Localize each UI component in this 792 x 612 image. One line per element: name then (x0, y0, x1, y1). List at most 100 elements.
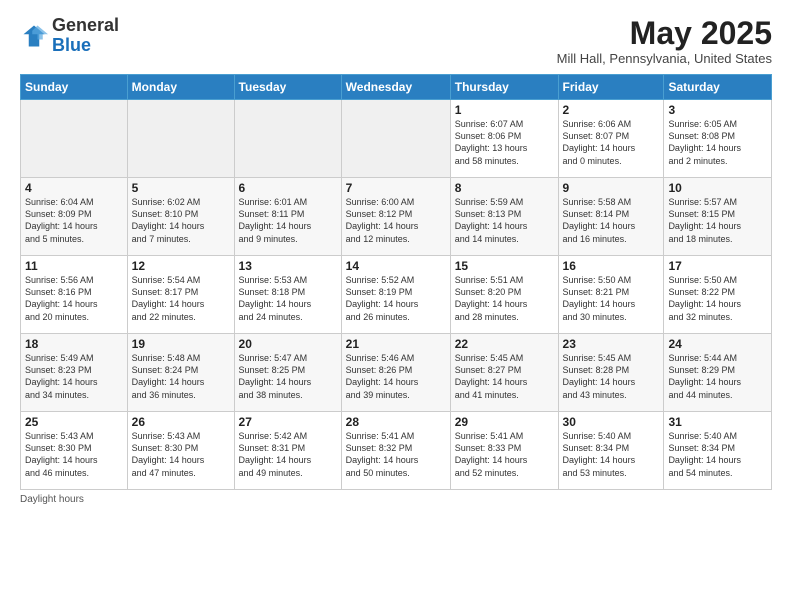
week-row-3: 18Sunrise: 5:49 AM Sunset: 8:23 PM Dayli… (21, 334, 772, 412)
day-info: Sunrise: 5:43 AM Sunset: 8:30 PM Dayligh… (132, 430, 230, 479)
day-number: 16 (563, 259, 660, 273)
logo: General Blue (20, 16, 119, 56)
calendar-cell: 8Sunrise: 5:59 AM Sunset: 8:13 PM Daylig… (450, 178, 558, 256)
calendar-cell: 19Sunrise: 5:48 AM Sunset: 8:24 PM Dayli… (127, 334, 234, 412)
logo-icon (20, 22, 48, 50)
location: Mill Hall, Pennsylvania, United States (557, 51, 772, 66)
day-info: Sunrise: 5:41 AM Sunset: 8:33 PM Dayligh… (455, 430, 554, 479)
calendar-cell: 31Sunrise: 5:40 AM Sunset: 8:34 PM Dayli… (664, 412, 772, 490)
calendar-cell: 24Sunrise: 5:44 AM Sunset: 8:29 PM Dayli… (664, 334, 772, 412)
day-number: 8 (455, 181, 554, 195)
day-info: Sunrise: 5:44 AM Sunset: 8:29 PM Dayligh… (668, 352, 767, 401)
logo-general-text: General (52, 15, 119, 35)
day-info: Sunrise: 6:01 AM Sunset: 8:11 PM Dayligh… (239, 196, 337, 245)
day-number: 3 (668, 103, 767, 117)
day-number: 18 (25, 337, 123, 351)
page: General Blue May 2025 Mill Hall, Pennsyl… (0, 0, 792, 612)
day-info: Sunrise: 5:58 AM Sunset: 8:14 PM Dayligh… (563, 196, 660, 245)
month-title: May 2025 (557, 16, 772, 51)
weekday-header-wednesday: Wednesday (341, 75, 450, 100)
day-number: 28 (346, 415, 446, 429)
calendar-cell: 11Sunrise: 5:56 AM Sunset: 8:16 PM Dayli… (21, 256, 128, 334)
day-number: 6 (239, 181, 337, 195)
day-number: 10 (668, 181, 767, 195)
day-number: 15 (455, 259, 554, 273)
day-info: Sunrise: 5:53 AM Sunset: 8:18 PM Dayligh… (239, 274, 337, 323)
calendar-cell: 1Sunrise: 6:07 AM Sunset: 8:06 PM Daylig… (450, 100, 558, 178)
logo-text: General Blue (52, 16, 119, 56)
day-info: Sunrise: 6:04 AM Sunset: 8:09 PM Dayligh… (25, 196, 123, 245)
calendar-cell: 26Sunrise: 5:43 AM Sunset: 8:30 PM Dayli… (127, 412, 234, 490)
day-number: 23 (563, 337, 660, 351)
day-number: 11 (25, 259, 123, 273)
calendar-cell: 5Sunrise: 6:02 AM Sunset: 8:10 PM Daylig… (127, 178, 234, 256)
day-info: Sunrise: 5:47 AM Sunset: 8:25 PM Dayligh… (239, 352, 337, 401)
day-number: 9 (563, 181, 660, 195)
day-info: Sunrise: 6:05 AM Sunset: 8:08 PM Dayligh… (668, 118, 767, 167)
day-number: 12 (132, 259, 230, 273)
day-number: 14 (346, 259, 446, 273)
calendar-cell: 3Sunrise: 6:05 AM Sunset: 8:08 PM Daylig… (664, 100, 772, 178)
day-info: Sunrise: 5:40 AM Sunset: 8:34 PM Dayligh… (563, 430, 660, 479)
day-info: Sunrise: 5:40 AM Sunset: 8:34 PM Dayligh… (668, 430, 767, 479)
weekday-header-saturday: Saturday (664, 75, 772, 100)
day-info: Sunrise: 5:51 AM Sunset: 8:20 PM Dayligh… (455, 274, 554, 323)
calendar-cell: 27Sunrise: 5:42 AM Sunset: 8:31 PM Dayli… (234, 412, 341, 490)
day-number: 13 (239, 259, 337, 273)
calendar-cell: 25Sunrise: 5:43 AM Sunset: 8:30 PM Dayli… (21, 412, 128, 490)
calendar-cell: 4Sunrise: 6:04 AM Sunset: 8:09 PM Daylig… (21, 178, 128, 256)
day-info: Sunrise: 5:52 AM Sunset: 8:19 PM Dayligh… (346, 274, 446, 323)
day-number: 2 (563, 103, 660, 117)
calendar-cell: 29Sunrise: 5:41 AM Sunset: 8:33 PM Dayli… (450, 412, 558, 490)
calendar-cell: 9Sunrise: 5:58 AM Sunset: 8:14 PM Daylig… (558, 178, 664, 256)
day-info: Sunrise: 5:45 AM Sunset: 8:28 PM Dayligh… (563, 352, 660, 401)
calendar-cell: 17Sunrise: 5:50 AM Sunset: 8:22 PM Dayli… (664, 256, 772, 334)
week-row-4: 25 Sunrise: 5:43 AM Sunset: 8:30 PM Dayli… (21, 412, 772, 490)
day-number: 29 (455, 415, 554, 429)
calendar-cell: 15Sunrise: 5:51 AM Sunset: 8:20 PM Dayli… (450, 256, 558, 334)
footer-note: Daylight hours (20, 494, 772, 505)
calendar-cell: 2Sunrise: 6:06 AM Sunset: 8:07 PM Daylig… (558, 100, 664, 178)
day-number: 20 (239, 337, 337, 351)
calendar-cell: 7Sunrise: 6:00 AM Sunset: 8:12 PM Daylig… (341, 178, 450, 256)
calendar-cell: 23Sunrise: 5:45 AM Sunset: 8:28 PM Dayli… (558, 334, 664, 412)
day-number: 4 (25, 181, 123, 195)
header: General Blue May 2025 Mill Hall, Pennsyl… (20, 16, 772, 66)
day-info: Sunrise: 5:57 AM Sunset: 8:15 PM Dayligh… (668, 196, 767, 245)
week-row-2: 11Sunrise: 5:56 AM Sunset: 8:16 PM Dayli… (21, 256, 772, 334)
day-info: Sunrise: 5:50 AM Sunset: 8:22 PM Dayligh… (668, 274, 767, 323)
day-number: 26 (132, 415, 230, 429)
day-info: Sunrise: 5:56 AM Sunset: 8:16 PM Dayligh… (25, 274, 123, 323)
day-info: Sunrise: 5:50 AM Sunset: 8:21 PM Dayligh… (563, 274, 660, 323)
day-info: Sunrise: 6:06 AM Sunset: 8:07 PM Dayligh… (563, 118, 660, 167)
calendar-cell: 16Sunrise: 5:50 AM Sunset: 8:21 PM Dayli… (558, 256, 664, 334)
weekday-header-tuesday: Tuesday (234, 75, 341, 100)
calendar-cell: 6Sunrise: 6:01 AM Sunset: 8:11 PM Daylig… (234, 178, 341, 256)
day-number: 17 (668, 259, 767, 273)
calendar-cell: 20Sunrise: 5:47 AM Sunset: 8:25 PM Dayli… (234, 334, 341, 412)
day-number: 19 (132, 337, 230, 351)
day-number: 27 (239, 415, 337, 429)
calendar-cell (127, 100, 234, 178)
day-number: 30 (563, 415, 660, 429)
weekday-header-friday: Friday (558, 75, 664, 100)
weekday-header-thursday: Thursday (450, 75, 558, 100)
day-info: Sunrise: 6:02 AM Sunset: 8:10 PM Dayligh… (132, 196, 230, 245)
calendar-cell: 10Sunrise: 5:57 AM Sunset: 8:15 PM Dayli… (664, 178, 772, 256)
day-number: 25 (25, 415, 123, 429)
logo-blue-text: Blue (52, 35, 91, 55)
week-row-1: 4Sunrise: 6:04 AM Sunset: 8:09 PM Daylig… (21, 178, 772, 256)
calendar-cell: 18Sunrise: 5:49 AM Sunset: 8:23 PM Dayli… (21, 334, 128, 412)
calendar-cell: 28Sunrise: 5:41 AM Sunset: 8:32 PM Dayli… (341, 412, 450, 490)
calendar-cell: 30Sunrise: 5:40 AM Sunset: 8:34 PM Dayli… (558, 412, 664, 490)
calendar-cell: 21Sunrise: 5:46 AM Sunset: 8:26 PM Dayli… (341, 334, 450, 412)
day-info: Sunrise: 6:07 AM Sunset: 8:06 PM Dayligh… (455, 118, 554, 167)
day-info: Sunrise: 5:45 AM Sunset: 8:27 PM Dayligh… (455, 352, 554, 401)
weekday-header-sunday: Sunday (21, 75, 128, 100)
day-number: 21 (346, 337, 446, 351)
day-number: 7 (346, 181, 446, 195)
weekday-header-monday: Monday (127, 75, 234, 100)
title-block: May 2025 Mill Hall, Pennsylvania, United… (557, 16, 772, 66)
calendar: SundayMondayTuesdayWednesdayThursdayFrid… (20, 74, 772, 490)
calendar-cell: 13Sunrise: 5:53 AM Sunset: 8:18 PM Dayli… (234, 256, 341, 334)
